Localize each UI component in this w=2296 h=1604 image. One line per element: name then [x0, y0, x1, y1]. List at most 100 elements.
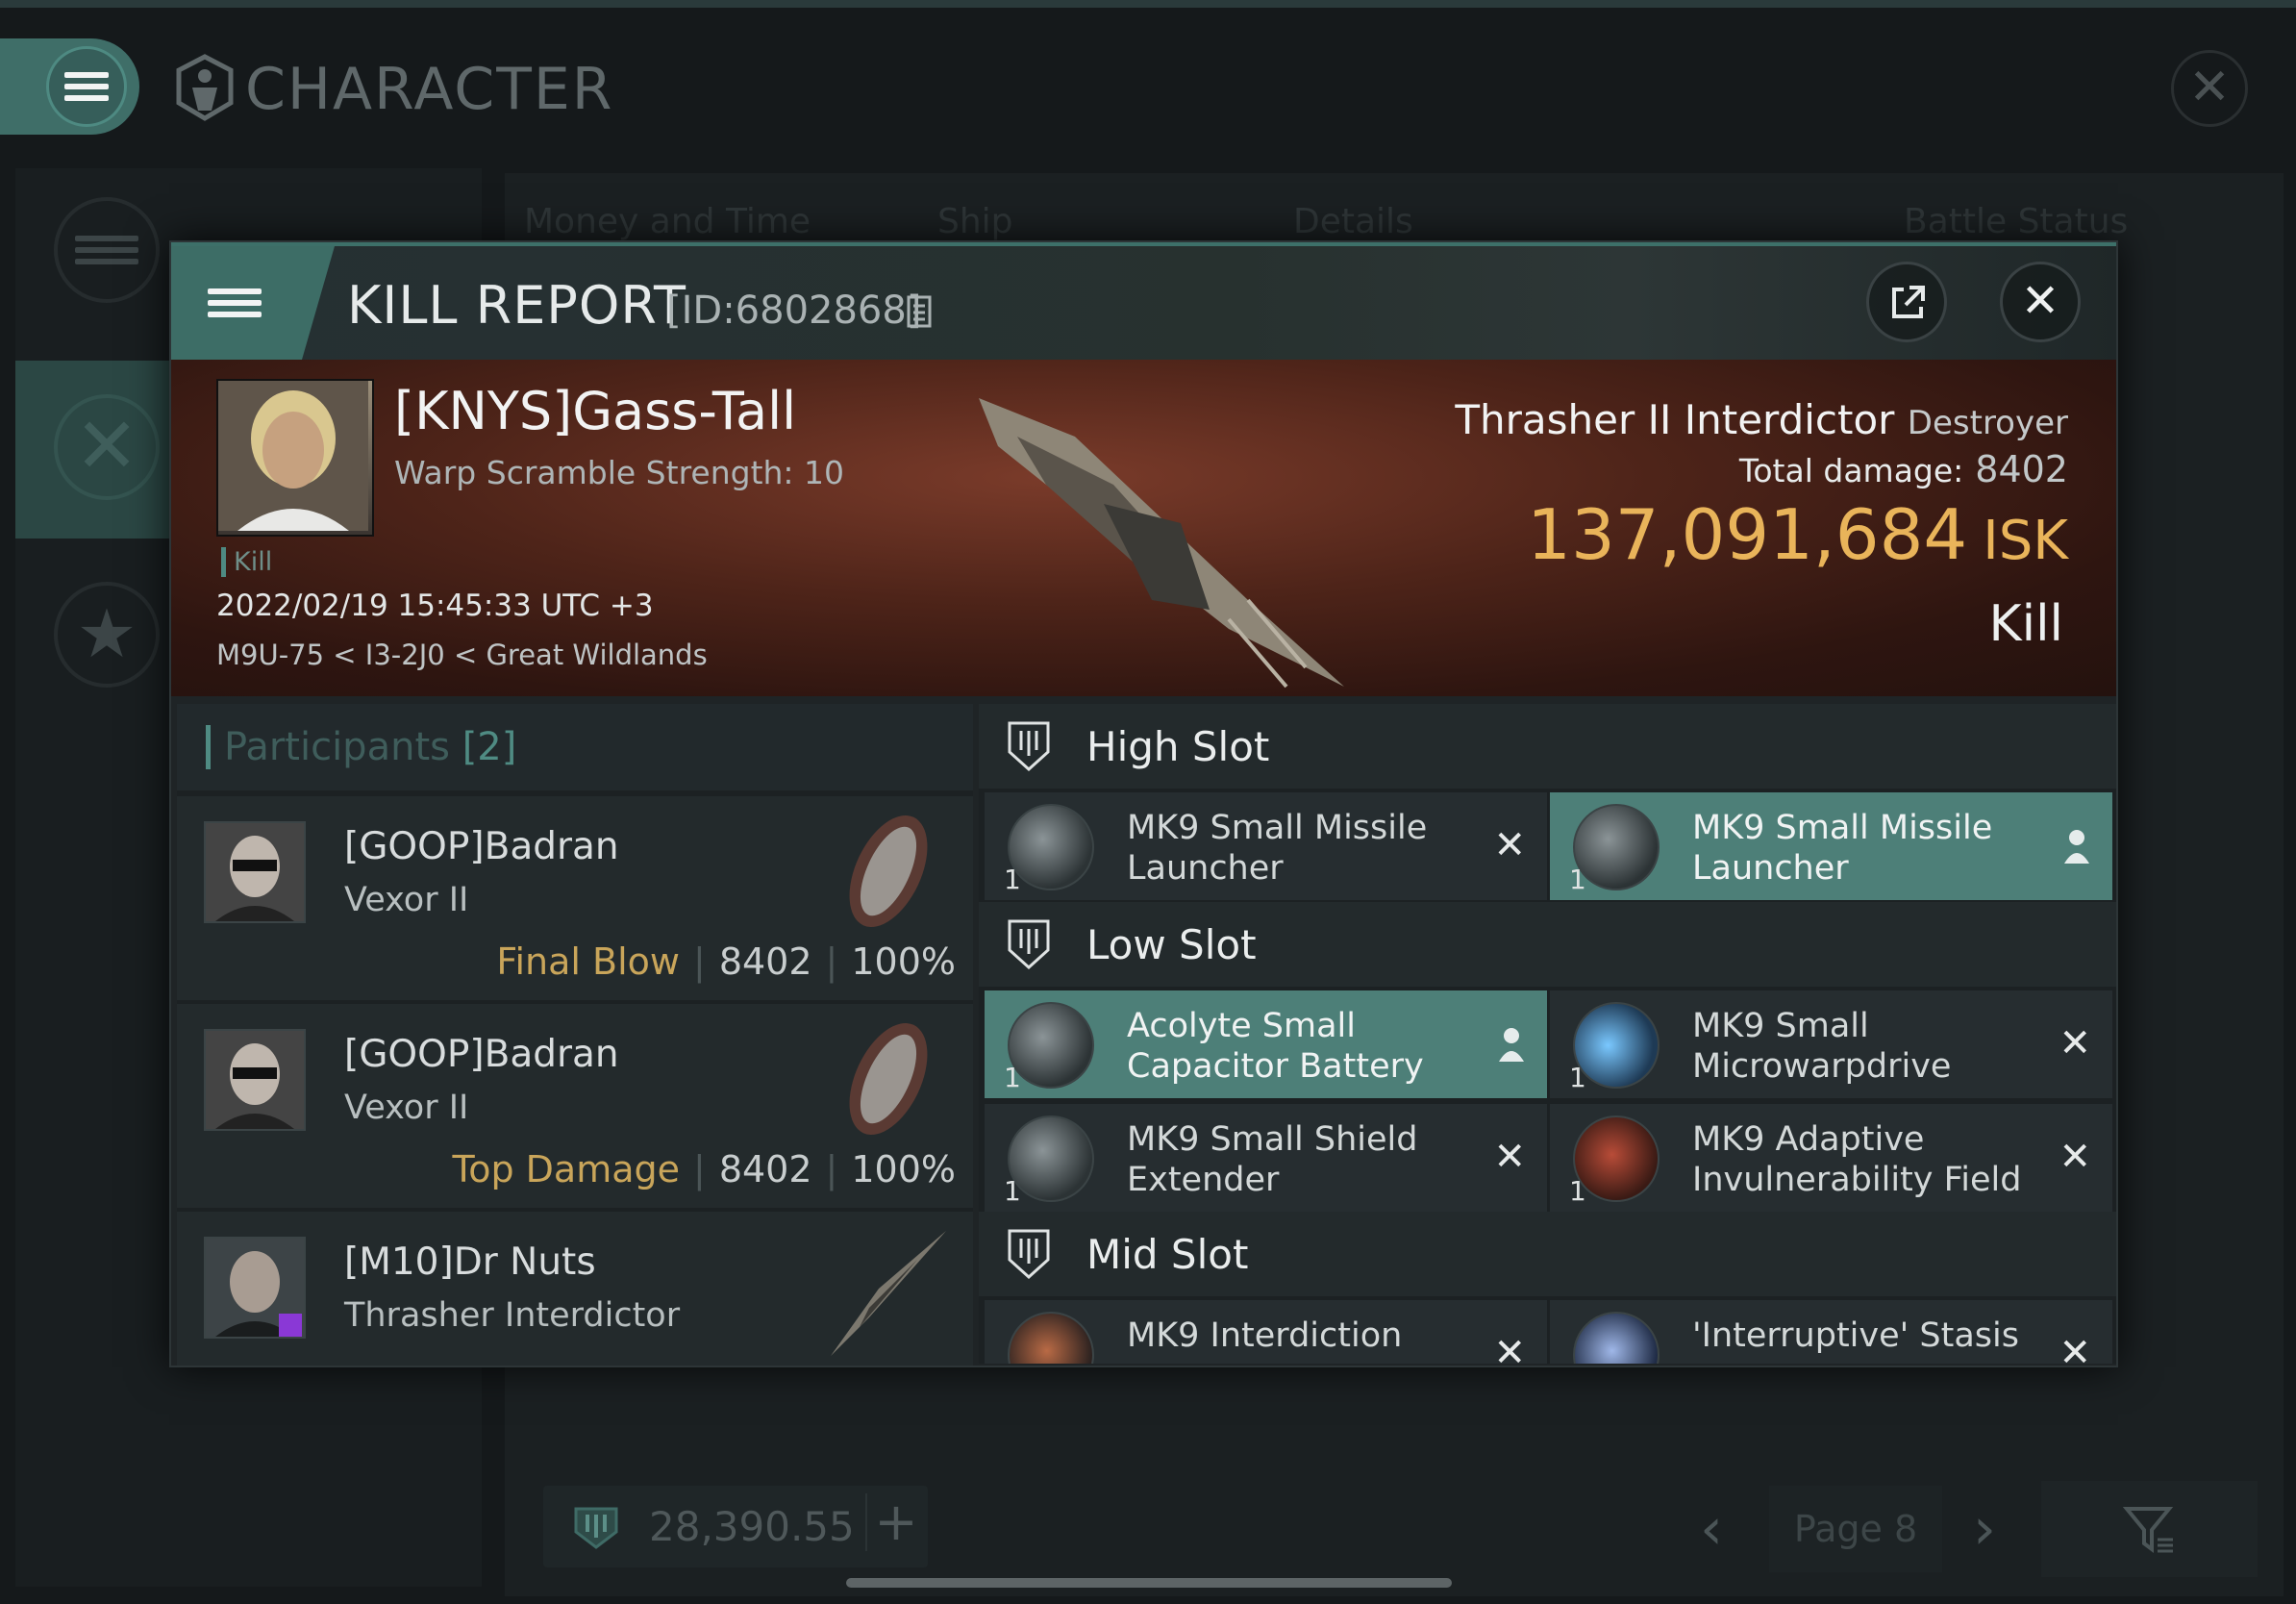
slot-shield-icon: [1008, 1229, 1050, 1280]
vexor-ship-image: [849, 1023, 928, 1135]
kill-location[interactable]: M9U-75 < I3-2J0 < Great Wildlands: [216, 639, 708, 671]
participant-name: [M10]Dr Nuts: [344, 1241, 596, 1284]
fitted-item[interactable]: 1 MK9 Small Missile Launcher: [1550, 792, 2112, 900]
participant-name: [GOOP]Badran: [344, 1033, 619, 1076]
share-button[interactable]: [1866, 262, 1947, 342]
item-name: Acolyte Small Capacitor Battery: [1127, 1007, 1424, 1086]
mid-slot-label: Mid Slot: [1086, 1231, 1249, 1278]
isk-amount: 137,091,684: [1527, 494, 1968, 575]
combat-nav-button[interactable]: ✕: [54, 394, 160, 500]
destroyed-icon: ✕: [2059, 1021, 2091, 1065]
tab-ship[interactable]: Ship: [937, 202, 1013, 241]
participant-avatar: [204, 1029, 306, 1131]
wallet-value: 28,390.55: [649, 1503, 855, 1550]
ship-name[interactable]: Thrasher II Interdictor: [1455, 396, 1894, 443]
item-qty: 1: [1569, 1175, 1586, 1207]
stasis-webifier-icon: [1573, 1312, 1660, 1364]
participants-panel: Participants [2] [GOOP]Badran Vexor II F…: [177, 704, 973, 1366]
low-slot-header: Low Slot: [979, 902, 2116, 987]
item-name: MK9 Adaptive Invulnerability Field: [1692, 1120, 2022, 1199]
isk-unit: ISK: [1983, 510, 2068, 572]
filter-icon: [2123, 1507, 2174, 1553]
character-icon: [176, 54, 234, 121]
item-qty: 1: [1569, 1062, 1586, 1093]
item-name: MK9 Small Missile Launcher: [1127, 809, 1428, 888]
ship-class: Destroyer: [1907, 404, 2068, 442]
tab-money-and-time[interactable]: Money and Time: [524, 202, 811, 241]
slot-shield-icon: [1008, 721, 1050, 772]
item-qty: 1: [1569, 864, 1586, 895]
prev-page-icon[interactable]: ‹: [1700, 1495, 1723, 1563]
destroyed-icon: ✕: [2059, 1135, 2091, 1179]
pagination: ‹ Page 8 ›: [1692, 1481, 2258, 1577]
fitted-item[interactable]: 1 MK9 Small Microwarpdrive ✕: [1550, 990, 2112, 1098]
item-name: 'Interruptive' Stasis: [1692, 1316, 2019, 1355]
total-damage-value: 8402: [1975, 448, 2068, 490]
tab-details[interactable]: Details: [1293, 202, 1413, 241]
list-nav-button[interactable]: [54, 197, 160, 303]
fitted-item[interactable]: 1 MK9 Adaptive Invulnerability Field ✕: [1550, 1104, 2112, 1212]
thrasher-ship-image: [831, 1231, 946, 1356]
participant-avatar: [204, 1237, 306, 1339]
fitted-item[interactable]: 1 Acolyte Small Capacitor Battery: [985, 990, 1547, 1098]
add-button[interactable]: +: [865, 1493, 925, 1551]
tab-battle-status[interactable]: Battle Status: [1904, 202, 2128, 241]
dropped-icon: [1499, 1028, 1524, 1062]
copy-icon[interactable]: [906, 294, 935, 329]
item-name: MK9 Interdiction: [1127, 1316, 1403, 1355]
dialog-menu-button[interactable]: [171, 246, 335, 360]
item-qty: 1: [1004, 1175, 1021, 1207]
fitted-item[interactable]: 1 MK9 Small Missile Launcher ✕: [985, 792, 1547, 900]
victim-name: [KNYS]Gass-Tall: [394, 381, 797, 441]
dialog-header: KILL REPORT [ID:6802868] ✕: [171, 246, 2116, 360]
filter-button[interactable]: [2041, 1481, 2258, 1577]
crossed-swords-icon: ✕: [74, 401, 139, 490]
total-damage-label: Total damage:: [1738, 452, 1964, 489]
star-icon: ★: [76, 594, 137, 673]
report-id: [ID:6802868]: [666, 288, 922, 333]
wallet-bar: 28,390.55 +: [543, 1486, 928, 1567]
main-menu-button[interactable]: [0, 38, 139, 135]
destroyed-icon: ✕: [1493, 823, 1526, 867]
victim-ship: Thrasher II Interdictor Destroyer: [1455, 396, 2068, 443]
item-name: MK9 Small Shield Extender: [1127, 1120, 1418, 1199]
horizontal-scrollbar[interactable]: [846, 1578, 1452, 1588]
participant-name: [GOOP]Badran: [344, 825, 619, 868]
item-name: MK9 Small Microwarpdrive: [1692, 1007, 1952, 1086]
destroyed-icon: ✕: [1493, 1135, 1526, 1179]
low-slot-label: Low Slot: [1086, 921, 1257, 968]
participant-stats: Top Damage | 8402 | 100%: [452, 1148, 956, 1190]
page-label: Page 8: [1769, 1486, 1942, 1572]
fitted-item[interactable]: 1 'Interruptive' Stasis ✕: [1550, 1300, 2112, 1364]
kill-datetime: 2022/02/19 15:45:33 UTC +3: [216, 589, 654, 623]
dialog-title: KILL REPORT: [347, 275, 686, 336]
kill-tag: Kill: [221, 547, 272, 577]
outcome-label: Kill: [1988, 595, 2063, 653]
fitted-item[interactable]: 1 MK9 Small Shield Extender ✕: [985, 1104, 1547, 1212]
participant-row[interactable]: [GOOP]Badran Vexor II Final Blow | 8402 | 10…: [177, 796, 973, 1000]
page-title: CHARACTER: [245, 56, 614, 123]
fitted-item[interactable]: 1 MK9 Interdiction ✕: [985, 1300, 1547, 1364]
vexor-ship-image: [849, 815, 928, 927]
item-qty: 1: [1004, 1062, 1021, 1093]
slot-shield-icon: [1008, 919, 1050, 970]
close-icon[interactable]: ✕: [2171, 50, 2248, 127]
participant-row[interactable]: [M10]Dr Nuts Thrasher Interdictor: [177, 1212, 973, 1366]
victim-ship-image: [979, 398, 1344, 689]
item-qty: 1: [1004, 864, 1021, 895]
victim-avatar: [218, 381, 368, 531]
wallet-icon: [574, 1507, 618, 1549]
participants-header: Participants [2]: [177, 704, 973, 790]
close-icon[interactable]: ✕: [2000, 262, 2081, 342]
list-icon: [75, 230, 138, 270]
participant-row[interactable]: [GOOP]Badran Vexor II Top Damage | 8402 | 10…: [177, 1004, 973, 1208]
item-name: MK9 Small Missile Launcher: [1692, 809, 1993, 888]
warp-scramble: Warp Scramble Strength: 10: [394, 454, 845, 491]
favorites-nav-button[interactable]: ★: [54, 582, 160, 688]
participant-ship: Vexor II: [344, 1089, 469, 1127]
interdiction-icon: [1008, 1312, 1094, 1364]
participant-ship: Vexor II: [344, 881, 469, 919]
fitting-panel: High Slot 1 MK9 Small Missile Launcher ✕…: [979, 704, 2116, 1364]
destroyed-icon: ✕: [2059, 1331, 2091, 1364]
next-page-icon[interactable]: ›: [1973, 1495, 1996, 1563]
